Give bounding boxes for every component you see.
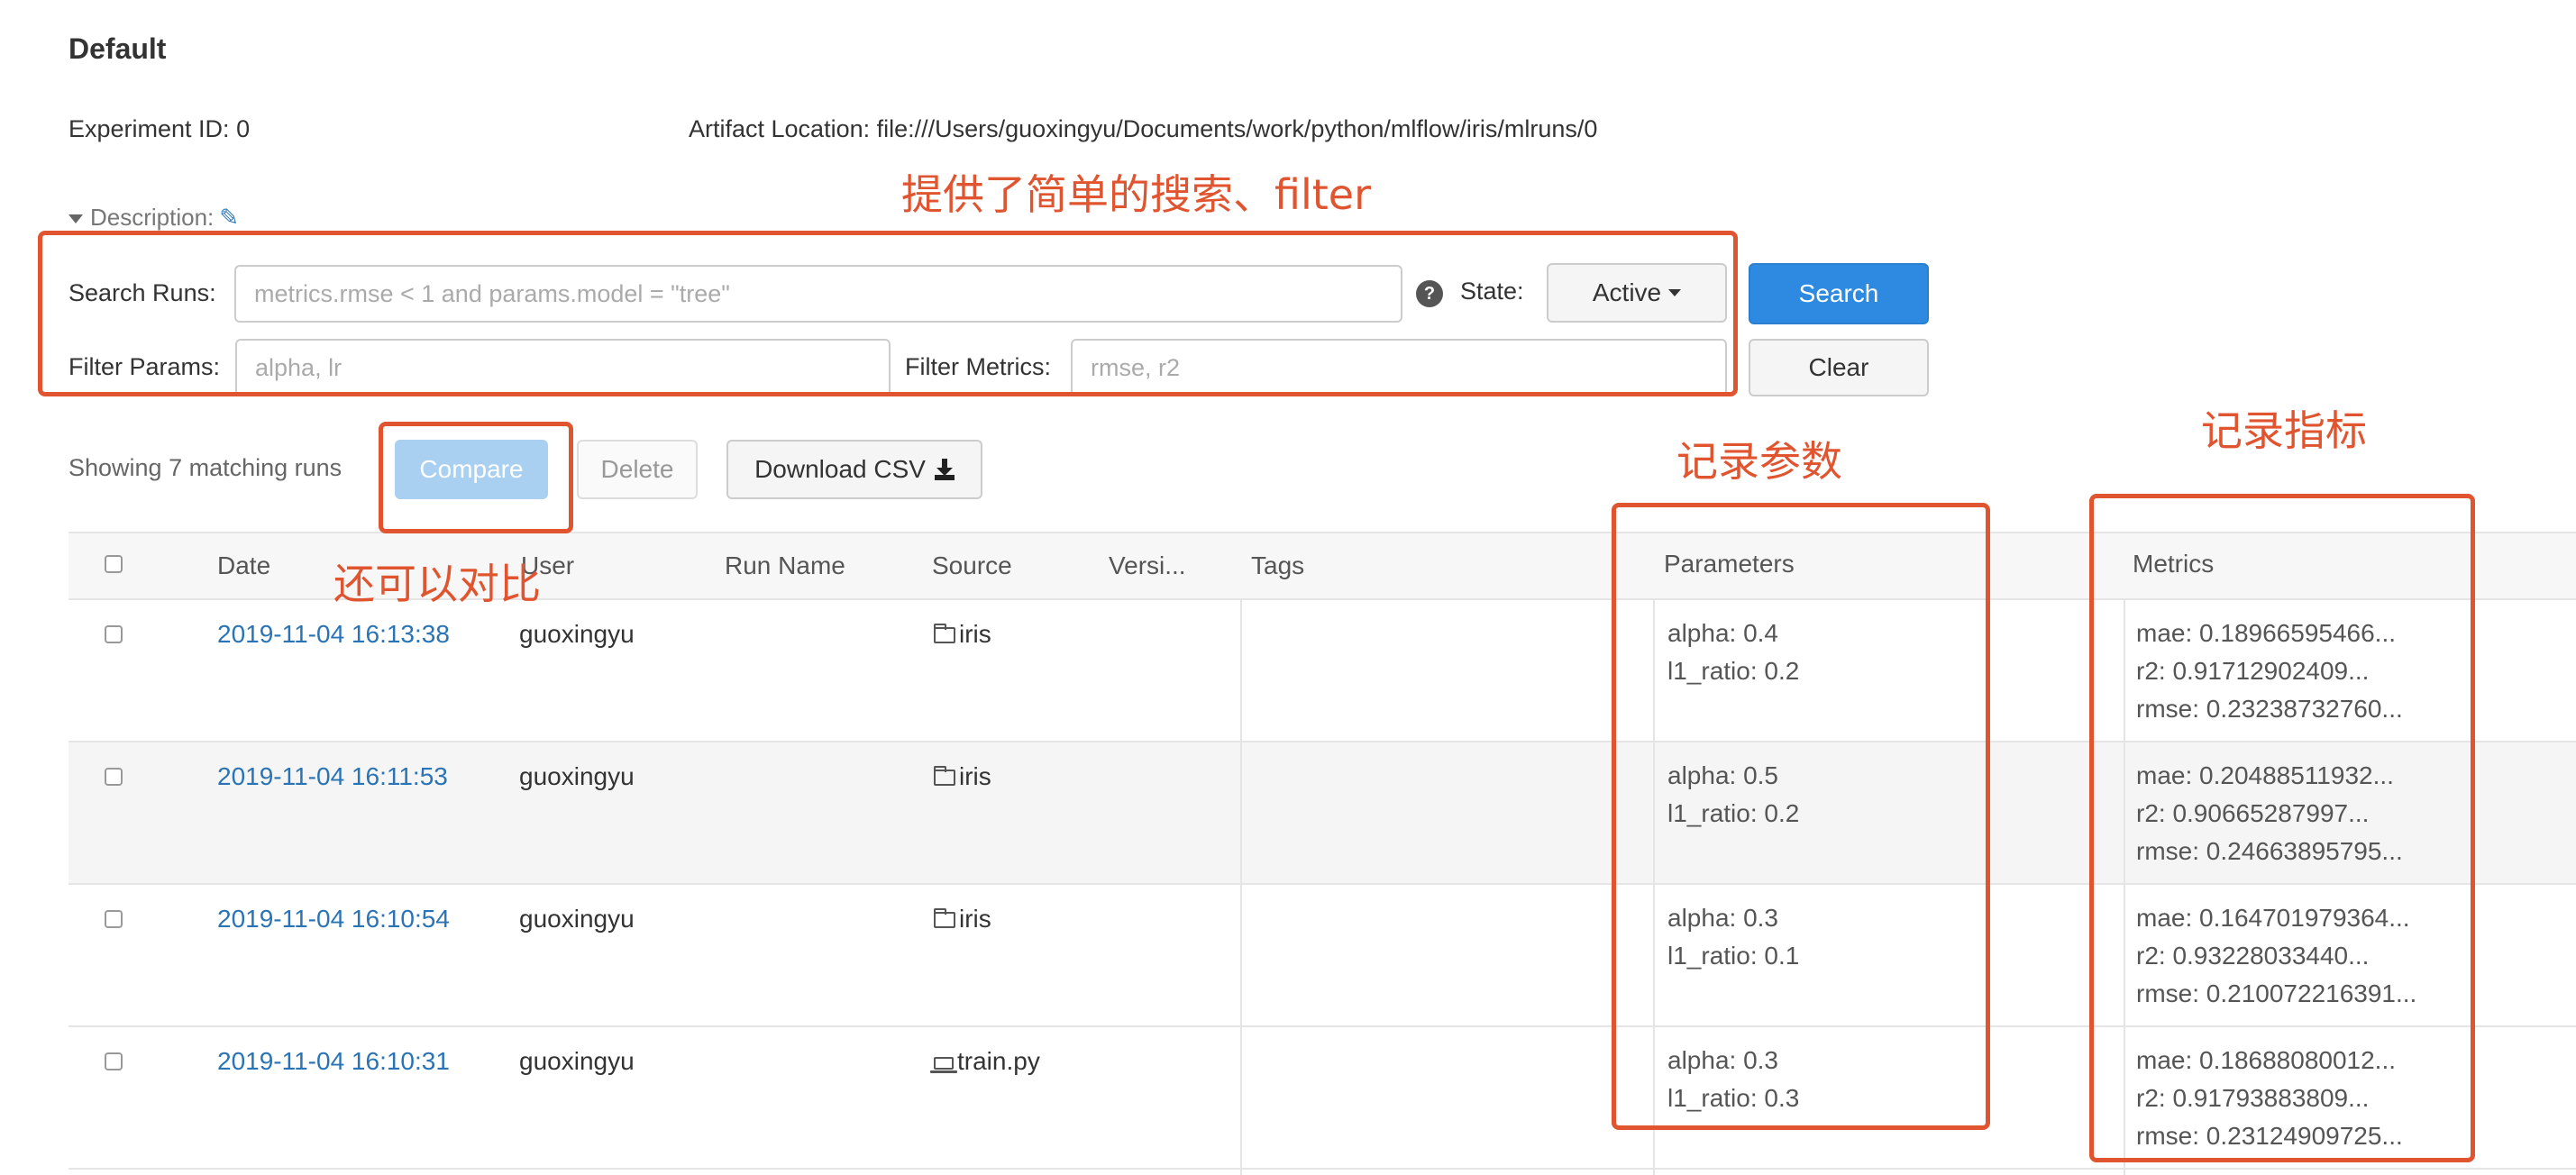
- experiment-id: Experiment ID: 0: [69, 115, 250, 143]
- description-toggle[interactable]: Description: ✎: [69, 204, 239, 232]
- edit-icon[interactable]: ✎: [219, 204, 239, 232]
- run-source[interactable]: iris: [934, 620, 991, 649]
- caret-down-icon: [69, 214, 83, 224]
- run-date-link[interactable]: 2019-11-04 16:13:38: [217, 620, 450, 649]
- column-source[interactable]: Source: [932, 551, 1012, 580]
- run-user: guoxingyu: [519, 620, 635, 648]
- artifact-location-value: file:///Users/guoxingyu/Documents/work/p…: [876, 115, 1598, 142]
- experiment-title: Default: [69, 32, 167, 65]
- delete-button[interactable]: Delete: [577, 440, 698, 499]
- download-icon: [934, 459, 955, 480]
- download-csv-button[interactable]: Download CSV: [726, 440, 982, 499]
- run-user: guoxingyu: [519, 1047, 635, 1075]
- row-checkbox[interactable]: [105, 768, 123, 786]
- column-version[interactable]: Versi...: [1109, 551, 1186, 580]
- folder-icon: [934, 908, 955, 928]
- run-source[interactable]: iris: [934, 905, 991, 934]
- artifact-location: Artifact Location: file:///Users/guoxing…: [689, 115, 1597, 143]
- search-button[interactable]: Search: [1749, 263, 1929, 324]
- run-source-label: train.py: [957, 1047, 1040, 1075]
- run-source[interactable]: iris: [934, 762, 991, 791]
- folder-icon: [934, 624, 955, 643]
- experiment-id-value: 0: [236, 115, 251, 142]
- laptop-icon: [930, 1057, 957, 1073]
- parameters-highlight-box: [1612, 503, 1990, 1130]
- artifact-location-label: Artifact Location:: [689, 115, 871, 142]
- compare-annotation: 还可以对比: [333, 560, 541, 608]
- experiment-id-label: Experiment ID:: [69, 115, 230, 142]
- search-annotation: 提供了简单的搜索、filter: [901, 170, 1372, 219]
- run-user: guoxingyu: [519, 762, 635, 790]
- column-tags[interactable]: Tags: [1251, 551, 1304, 580]
- select-all-checkbox[interactable]: [105, 555, 123, 573]
- row-checkbox[interactable]: [105, 910, 123, 928]
- clear-button[interactable]: Clear: [1749, 339, 1929, 396]
- run-source[interactable]: train.py: [930, 1047, 1040, 1076]
- run-date-link[interactable]: 2019-11-04 16:11:53: [217, 762, 448, 791]
- description-label: Description:: [90, 204, 215, 231]
- search-highlight-box: [38, 231, 1738, 396]
- column-run-name[interactable]: Run Name: [725, 551, 845, 580]
- compare-highlight-box: [379, 422, 573, 533]
- run-user: guoxingyu: [519, 905, 635, 933]
- folder-icon: [934, 766, 955, 786]
- download-csv-label: Download CSV: [754, 455, 926, 483]
- run-date-link[interactable]: 2019-11-04 16:10:54: [217, 905, 450, 934]
- run-source-label: iris: [959, 620, 991, 648]
- metrics-highlight-box: [2089, 494, 2475, 1162]
- matching-runs-count: Showing 7 matching runs: [69, 454, 343, 481]
- row-checkbox[interactable]: [105, 625, 123, 643]
- run-date-link[interactable]: 2019-11-04 16:10:31: [217, 1047, 450, 1076]
- column-divider: [1240, 600, 1242, 1175]
- metrics-annotation: 记录指标: [2201, 406, 2367, 455]
- run-source-label: iris: [959, 762, 991, 790]
- column-date[interactable]: Date: [217, 551, 270, 580]
- row-checkbox[interactable]: [105, 1052, 123, 1070]
- parameters-annotation: 记录参数: [1676, 437, 1842, 486]
- run-source-label: iris: [959, 905, 991, 933]
